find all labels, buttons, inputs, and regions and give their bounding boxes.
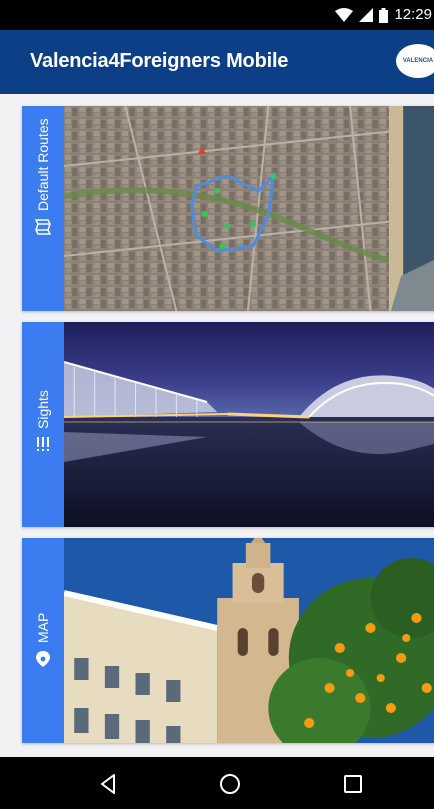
list-icon bbox=[37, 437, 49, 451]
app-logo-text: VALENCIA bbox=[402, 58, 434, 64]
content-area: Default Routes Sights MAP bbox=[0, 94, 434, 757]
card-label: Default Routes bbox=[35, 118, 51, 235]
map-card[interactable]: MAP bbox=[22, 538, 434, 743]
home-icon[interactable] bbox=[217, 771, 243, 797]
app-title: Valencia4Foreigners Mobile bbox=[30, 50, 289, 72]
card-label-text: Sights bbox=[35, 390, 51, 429]
status-time: 12:29 bbox=[394, 6, 432, 23]
back-icon[interactable] bbox=[95, 771, 121, 797]
card-tab[interactable]: MAP bbox=[22, 538, 64, 743]
recents-icon[interactable] bbox=[340, 771, 366, 797]
wifi-icon bbox=[335, 8, 354, 22]
card-tab[interactable]: Sights bbox=[22, 322, 64, 527]
card-label: Sights bbox=[35, 390, 51, 451]
battery-icon bbox=[379, 7, 389, 23]
default-routes-card[interactable]: Default Routes bbox=[22, 106, 434, 311]
signal-icon bbox=[359, 8, 374, 22]
card-label: MAP bbox=[35, 613, 51, 667]
status-icons: 12:29 bbox=[335, 6, 434, 24]
city-of-arts-image[interactable] bbox=[64, 322, 434, 527]
card-label-text: Default Routes bbox=[35, 118, 51, 211]
city-map-image[interactable] bbox=[64, 106, 434, 311]
sights-card[interactable]: Sights bbox=[22, 322, 434, 527]
navigation-bar bbox=[0, 757, 434, 809]
miguelete-tower-image[interactable] bbox=[64, 538, 434, 743]
app-bar: Valencia4Foreigners Mobile VALENCIA bbox=[0, 30, 434, 94]
location-pin-icon bbox=[36, 651, 50, 667]
status-bar: 12:29 bbox=[0, 0, 434, 30]
app-logo[interactable]: VALENCIA bbox=[396, 44, 434, 78]
card-tab[interactable]: Default Routes bbox=[22, 106, 64, 311]
card-label-text: MAP bbox=[35, 612, 51, 643]
map-fold-icon bbox=[35, 219, 51, 235]
